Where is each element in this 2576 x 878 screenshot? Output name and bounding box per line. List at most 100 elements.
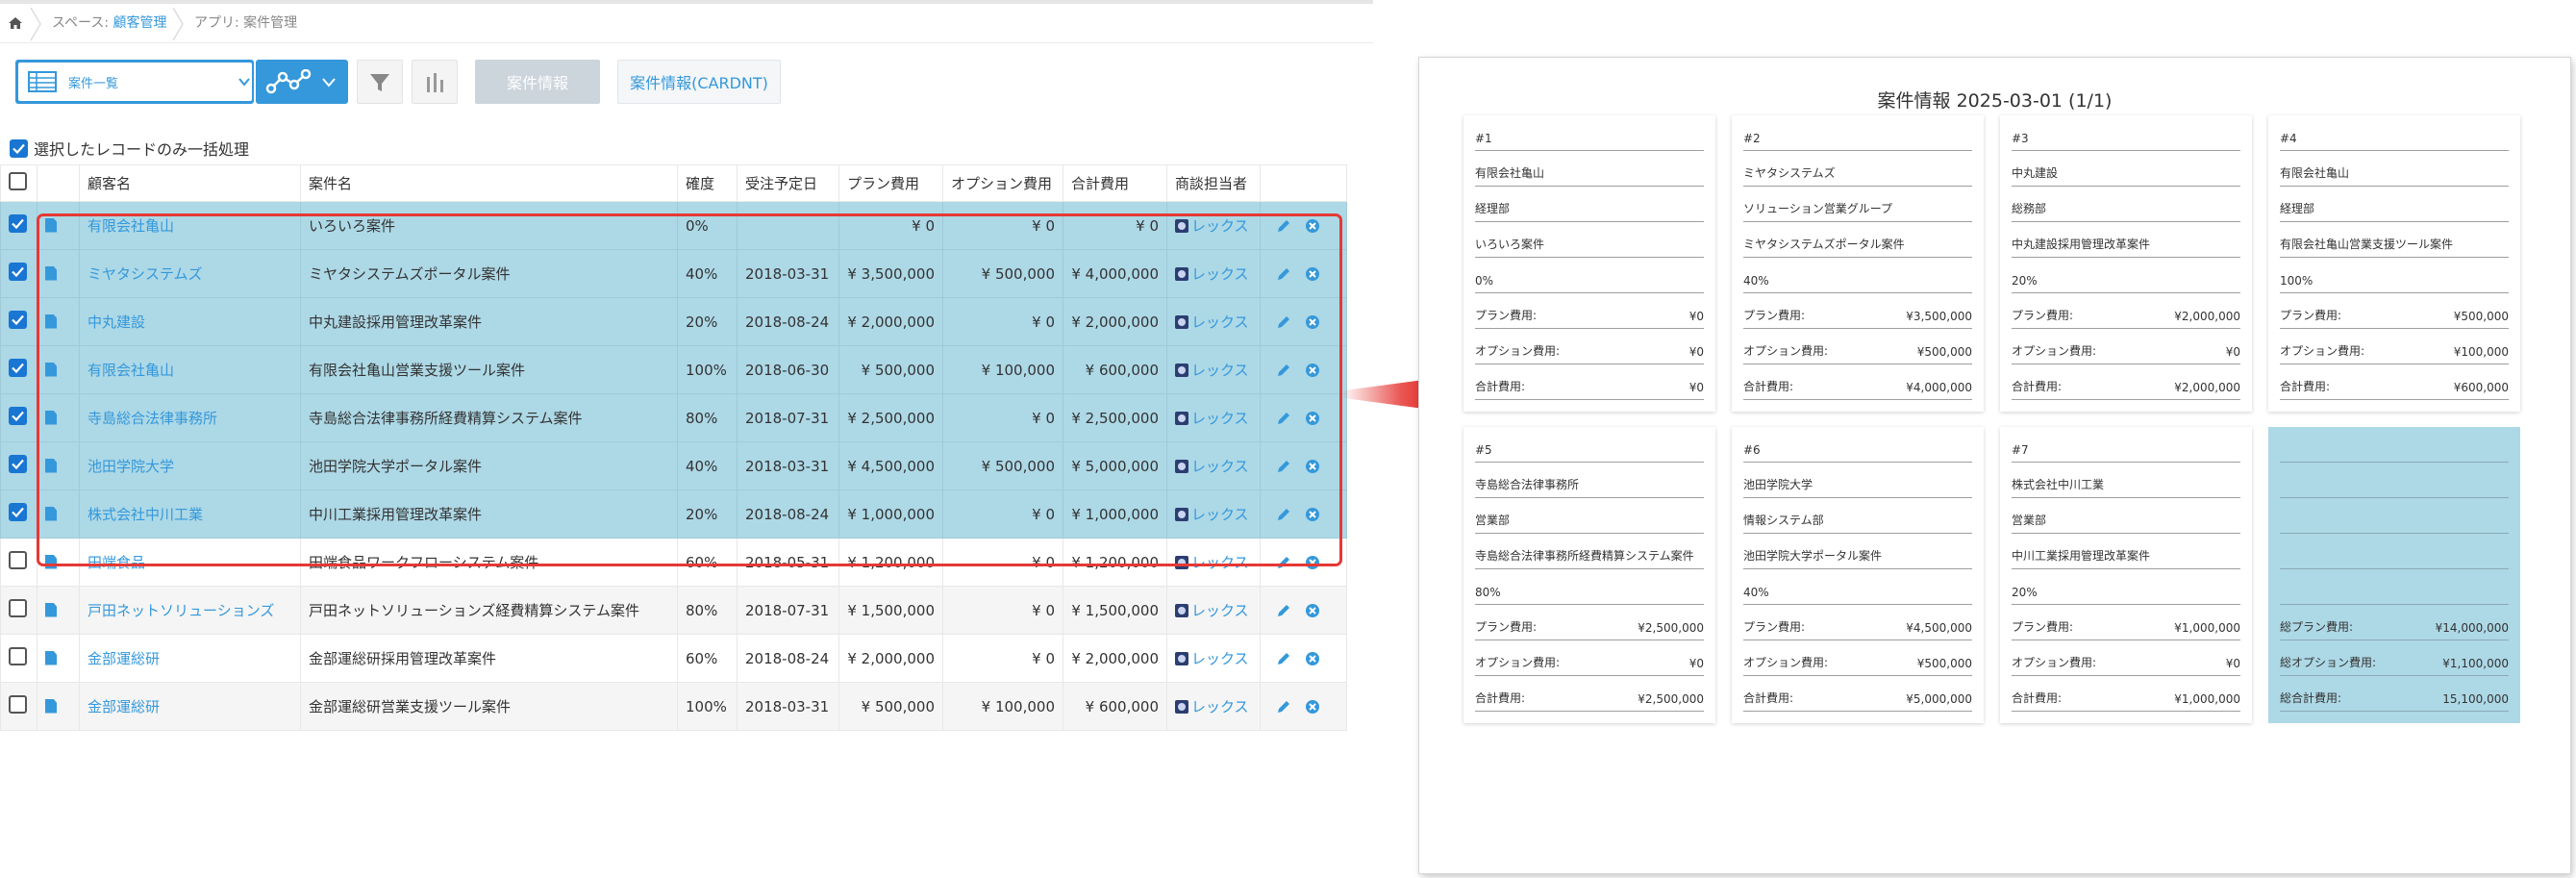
header-cell[interactable]: 顧客名 [79, 164, 301, 202]
customer-name-cell[interactable]: 田端食品 [79, 538, 301, 587]
row-checkbox[interactable] [9, 551, 27, 569]
sales-rep-name[interactable]: レックス [1191, 602, 1249, 619]
header-cell[interactable]: 案件名 [300, 164, 678, 202]
breadcrumb-space[interactable]: スペース: 顧客管理 [52, 13, 167, 33]
row-select-cell[interactable] [0, 682, 38, 731]
delete-icon[interactable] [1305, 363, 1320, 378]
table-row[interactable]: 寺島総合法律事務所 寺島総合法律事務所経費精算システム案件 80% 2018-07-3… [0, 393, 1347, 442]
delete-icon[interactable] [1305, 266, 1320, 282]
sales-rep-name[interactable]: レックス [1191, 698, 1249, 715]
sales-rep-cell[interactable]: レックス [1166, 586, 1261, 635]
sales-rep-cell[interactable]: レックス [1166, 489, 1261, 539]
row-checkbox[interactable] [9, 503, 27, 521]
document-icon[interactable] [45, 602, 57, 617]
sales-rep-name[interactable]: レックス [1191, 506, 1249, 523]
sales-rep-cell[interactable]: レックス [1166, 249, 1261, 298]
sales-rep-cell[interactable]: レックス [1166, 345, 1261, 394]
sales-rep-name[interactable]: レックス [1191, 265, 1249, 283]
filter-button[interactable] [357, 60, 403, 104]
record-detail-cell[interactable] [37, 201, 80, 250]
customer-name-cell[interactable]: 池田学院大学 [79, 441, 301, 490]
row-select-cell[interactable] [0, 586, 38, 635]
customer-name-cell[interactable]: 金部運総研 [79, 682, 301, 731]
home-icon[interactable] [8, 15, 23, 31]
bulk-select-option[interactable]: 選択したレコードのみ一括処理 [10, 138, 249, 159]
sales-rep-name[interactable]: レックス [1191, 650, 1249, 667]
delete-icon[interactable] [1305, 459, 1320, 474]
record-detail-cell[interactable] [37, 393, 80, 442]
pencil-icon[interactable] [1276, 459, 1291, 474]
delete-icon[interactable] [1305, 507, 1320, 522]
header-cell[interactable]: 受注予定日 [737, 164, 839, 202]
record-detail-cell[interactable] [37, 249, 80, 298]
row-select-cell[interactable] [0, 634, 38, 683]
customer-name-cell[interactable]: 有限会社亀山 [79, 201, 301, 250]
row-select-cell[interactable] [0, 201, 38, 250]
table-row[interactable]: 田端食品 田端食品ワークフローシステム案件 60% 2018-05-31 ¥ 1,200… [0, 538, 1347, 587]
pencil-icon[interactable] [1276, 218, 1291, 234]
header-cell[interactable]: オプション費用 [942, 164, 1063, 202]
sales-rep-name[interactable]: レックス [1191, 554, 1249, 571]
document-icon[interactable] [45, 554, 57, 569]
header-cell[interactable]: 確度 [677, 164, 738, 202]
table-row[interactable]: 金部運総研 金部運総研採用管理改革案件 60% 2018-08-24 ¥ 2,000,0… [0, 634, 1347, 683]
row-select-cell[interactable] [0, 393, 38, 442]
row-checkbox[interactable] [9, 263, 27, 281]
document-icon[interactable] [45, 458, 57, 473]
document-icon[interactable] [45, 362, 57, 377]
pencil-icon[interactable] [1276, 555, 1291, 570]
document-icon[interactable] [45, 650, 57, 665]
delete-icon[interactable] [1305, 411, 1320, 426]
row-select-cell[interactable] [0, 538, 38, 587]
row-checkbox[interactable] [9, 599, 27, 617]
row-select-cell[interactable] [0, 297, 38, 346]
row-checkbox[interactable] [9, 455, 27, 473]
delete-icon[interactable] [1305, 651, 1320, 666]
pencil-icon[interactable] [1276, 314, 1291, 330]
select-all-checkbox[interactable] [9, 171, 27, 190]
header-select-all[interactable] [0, 164, 38, 202]
sales-rep-name[interactable]: レックス [1191, 458, 1249, 475]
customer-name-cell[interactable]: 株式会社中川工業 [79, 489, 301, 539]
document-icon[interactable] [45, 410, 57, 425]
document-icon[interactable] [45, 698, 57, 714]
chart-button[interactable] [412, 60, 458, 104]
graph-button[interactable] [256, 60, 348, 104]
sales-rep-cell[interactable]: レックス [1166, 297, 1261, 346]
row-checkbox[interactable] [9, 407, 27, 425]
customer-name-cell[interactable]: 戸田ネットソリューションズ [79, 586, 301, 635]
header-cell[interactable]: 商談担当者 [1166, 164, 1261, 202]
customer-name-cell[interactable]: 有限会社亀山 [79, 345, 301, 394]
row-checkbox[interactable] [9, 311, 27, 329]
row-select-cell[interactable] [0, 249, 38, 298]
pencil-icon[interactable] [1276, 507, 1291, 522]
table-row[interactable]: 金部運総研 金部運総研営業支援ツール案件 100% 2018-03-31 ¥ 500,0… [0, 682, 1347, 731]
customer-name-cell[interactable]: 中丸建設 [79, 297, 301, 346]
bulk-select-checkbox[interactable] [10, 138, 28, 158]
sales-rep-cell[interactable]: レックス [1166, 201, 1261, 250]
record-detail-cell[interactable] [37, 682, 80, 731]
customer-name-cell[interactable]: 寺島総合法律事務所 [79, 393, 301, 442]
table-row[interactable]: ミヤタシステムズ ミヤタシステムズポータル案件 40% 2018-03-31 ¥ 3,5… [0, 249, 1347, 298]
sales-rep-cell[interactable]: レックス [1166, 682, 1261, 731]
record-detail-cell[interactable] [37, 586, 80, 635]
row-checkbox[interactable] [9, 214, 27, 233]
header-cell[interactable]: 合計費用 [1063, 164, 1167, 202]
table-row[interactable]: 中丸建設 中丸建設採用管理改革案件 20% 2018-08-24 ¥ 2,000,000… [0, 297, 1347, 346]
row-select-cell[interactable] [0, 489, 38, 539]
delete-icon[interactable] [1305, 555, 1320, 570]
sales-rep-cell[interactable]: レックス [1166, 634, 1261, 683]
breadcrumb-app[interactable]: アプリ: 案件管理 [194, 13, 297, 33]
pencil-icon[interactable] [1276, 651, 1291, 666]
record-detail-cell[interactable] [37, 441, 80, 490]
document-icon[interactable] [45, 217, 57, 233]
sales-rep-cell[interactable]: レックス [1166, 538, 1261, 587]
customer-name-cell[interactable]: ミヤタシステムズ [79, 249, 301, 298]
document-icon[interactable] [45, 265, 57, 281]
pencil-icon[interactable] [1276, 363, 1291, 378]
sales-rep-cell[interactable]: レックス [1166, 393, 1261, 442]
pencil-icon[interactable] [1276, 266, 1291, 282]
header-cell[interactable]: プラン費用 [838, 164, 943, 202]
delete-icon[interactable] [1305, 218, 1320, 234]
row-select-cell[interactable] [0, 345, 38, 394]
